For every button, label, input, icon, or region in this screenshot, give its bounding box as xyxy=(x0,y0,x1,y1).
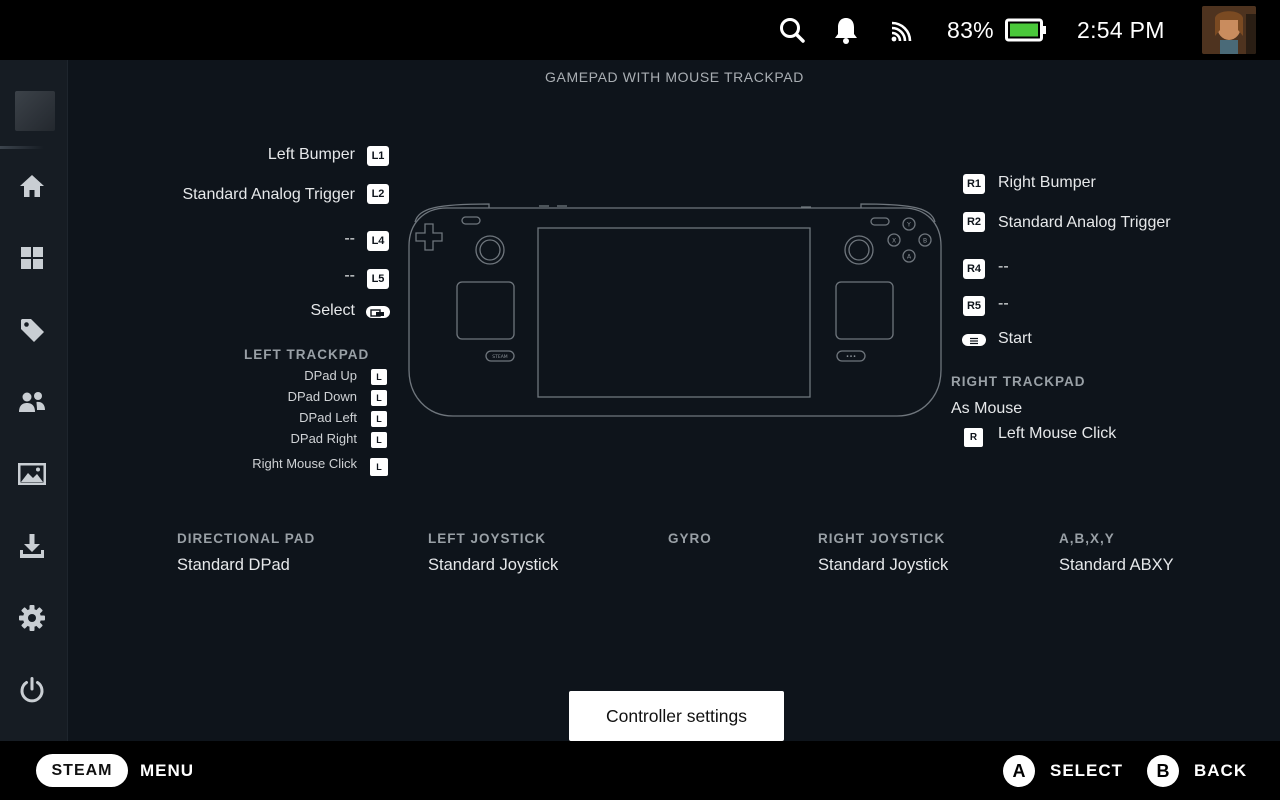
left-joystick-header: LEFT JOYSTICK xyxy=(428,531,547,546)
controller-layout-panel: GAMEPAD WITH MOUSE TRACKPAD Left Bumper … xyxy=(69,60,1280,741)
r1-badge: R1 xyxy=(963,174,985,194)
trackpad-dpad-down: DPad Down xyxy=(287,389,357,404)
l5-badge: L5 xyxy=(367,269,389,289)
power-icon xyxy=(20,677,44,703)
sidebar-item-downloads[interactable] xyxy=(16,530,48,562)
gear-icon xyxy=(19,605,45,631)
sidebar-item-power[interactable] xyxy=(16,674,48,706)
recent-game-thumbnail[interactable] xyxy=(15,91,55,131)
l4-badge: L4 xyxy=(367,231,389,251)
select-binding: Select xyxy=(310,302,355,319)
dpad-right-icon: L xyxy=(371,432,387,448)
left-trackpad-click-icon: L xyxy=(370,458,388,476)
right-trackpad-click-icon: R xyxy=(964,428,983,447)
wifi-icon xyxy=(891,21,912,42)
notifications-button[interactable] xyxy=(833,0,859,60)
abxy-value: Standard ABXY xyxy=(1059,556,1174,574)
right-trackpad-click: Left Mouse Click xyxy=(998,425,1117,442)
left-trigger-binding: Standard Analog Trigger xyxy=(182,186,355,203)
back-label[interactable]: BACK xyxy=(1194,741,1247,800)
directional-pad-value: Standard DPad xyxy=(177,556,290,574)
start-button-icon xyxy=(962,334,986,346)
svg-text:•••: ••• xyxy=(846,354,857,361)
right-joystick-value: Standard Joystick xyxy=(818,556,949,574)
right-trigger-binding: Standard Analog Trigger xyxy=(998,214,1171,231)
sidebar-item-settings[interactable] xyxy=(16,602,48,634)
select-label[interactable]: SELECT xyxy=(1050,741,1123,800)
sidebar-item-media[interactable] xyxy=(16,458,48,490)
right-bumper-binding: Right Bumper xyxy=(998,174,1096,191)
image-icon xyxy=(18,463,46,485)
r5-badge: R5 xyxy=(963,296,985,316)
l4-binding: -- xyxy=(344,230,355,247)
trackpad-dpad-up: DPad Up xyxy=(304,368,357,383)
left-bumper-binding: Left Bumper xyxy=(267,146,355,163)
menu-label[interactable]: MENU xyxy=(140,741,194,800)
footer-bar: STEAM MENU A SELECT B BACK xyxy=(0,741,1280,800)
status-bar: 83% 2:54 PM xyxy=(0,0,1280,60)
svg-text:X: X xyxy=(892,238,896,245)
select-button-icon xyxy=(366,306,390,318)
sidebar-item-friends[interactable] xyxy=(16,386,48,418)
avatar-image xyxy=(1202,6,1256,54)
abxy-header: A,B,X,Y xyxy=(1059,531,1115,546)
search-button[interactable] xyxy=(778,0,806,60)
svg-text:Y: Y xyxy=(906,222,911,229)
a-button-glyph: A xyxy=(1003,755,1035,787)
r5-binding: -- xyxy=(998,295,1009,312)
l2-badge: L2 xyxy=(367,184,389,204)
right-joystick-header: RIGHT JOYSTICK xyxy=(818,531,946,546)
download-icon xyxy=(20,534,44,558)
trackpad-dpad-left: DPad Left xyxy=(299,410,357,425)
l1-badge: L1 xyxy=(367,146,389,166)
gyro-header: GYRO xyxy=(668,531,712,546)
trackpad-dpad-right: DPad Right xyxy=(290,431,357,446)
start-binding: Start xyxy=(998,330,1032,347)
search-icon xyxy=(780,18,805,43)
battery-button[interactable] xyxy=(1005,0,1047,60)
controller-settings-button[interactable]: Controller settings xyxy=(569,691,784,741)
svg-text:A: A xyxy=(907,254,912,261)
clock: 2:54 PM xyxy=(1077,16,1165,43)
r4-binding: -- xyxy=(998,258,1009,275)
bell-icon xyxy=(835,18,857,44)
people-icon xyxy=(19,392,45,412)
sidebar-item-home[interactable] xyxy=(16,170,48,202)
layout-title: GAMEPAD WITH MOUSE TRACKPAD xyxy=(545,69,804,85)
sidebar-item-store[interactable] xyxy=(16,314,48,346)
battery-percent: 83% xyxy=(947,16,994,43)
directional-pad-header: DIRECTIONAL PAD xyxy=(177,531,316,546)
dpad-up-icon: L xyxy=(371,369,387,385)
home-icon xyxy=(20,175,44,197)
sidebar xyxy=(0,60,68,741)
dpad-left-icon: L xyxy=(371,411,387,427)
b-button-glyph: B xyxy=(1147,755,1179,787)
right-trackpad-mode: As Mouse xyxy=(951,400,1023,417)
left-trackpad-header: LEFT TRACKPAD xyxy=(244,347,370,362)
avatar[interactable] xyxy=(1202,6,1256,54)
left-joystick-value: Standard Joystick xyxy=(428,556,559,574)
trackpad-click: Right Mouse Click xyxy=(252,456,357,471)
tag-icon xyxy=(21,319,44,342)
dpad-down-icon: L xyxy=(371,390,387,406)
svg-text:STEAM: STEAM xyxy=(492,354,508,360)
network-button[interactable] xyxy=(889,0,915,60)
sidebar-divider xyxy=(0,146,44,149)
r2-badge: R2 xyxy=(963,212,985,232)
battery-icon xyxy=(1005,18,1046,42)
r4-badge: R4 xyxy=(963,259,985,279)
grid-icon xyxy=(21,247,43,269)
l5-binding: -- xyxy=(344,267,355,284)
right-trackpad-header: RIGHT TRACKPAD xyxy=(951,374,1086,389)
svg-text:B: B xyxy=(923,238,927,245)
steam-deck-diagram: Y X B A STEAM ••• xyxy=(408,203,942,417)
sidebar-item-library[interactable] xyxy=(16,242,48,274)
steam-button[interactable]: STEAM xyxy=(36,754,128,787)
